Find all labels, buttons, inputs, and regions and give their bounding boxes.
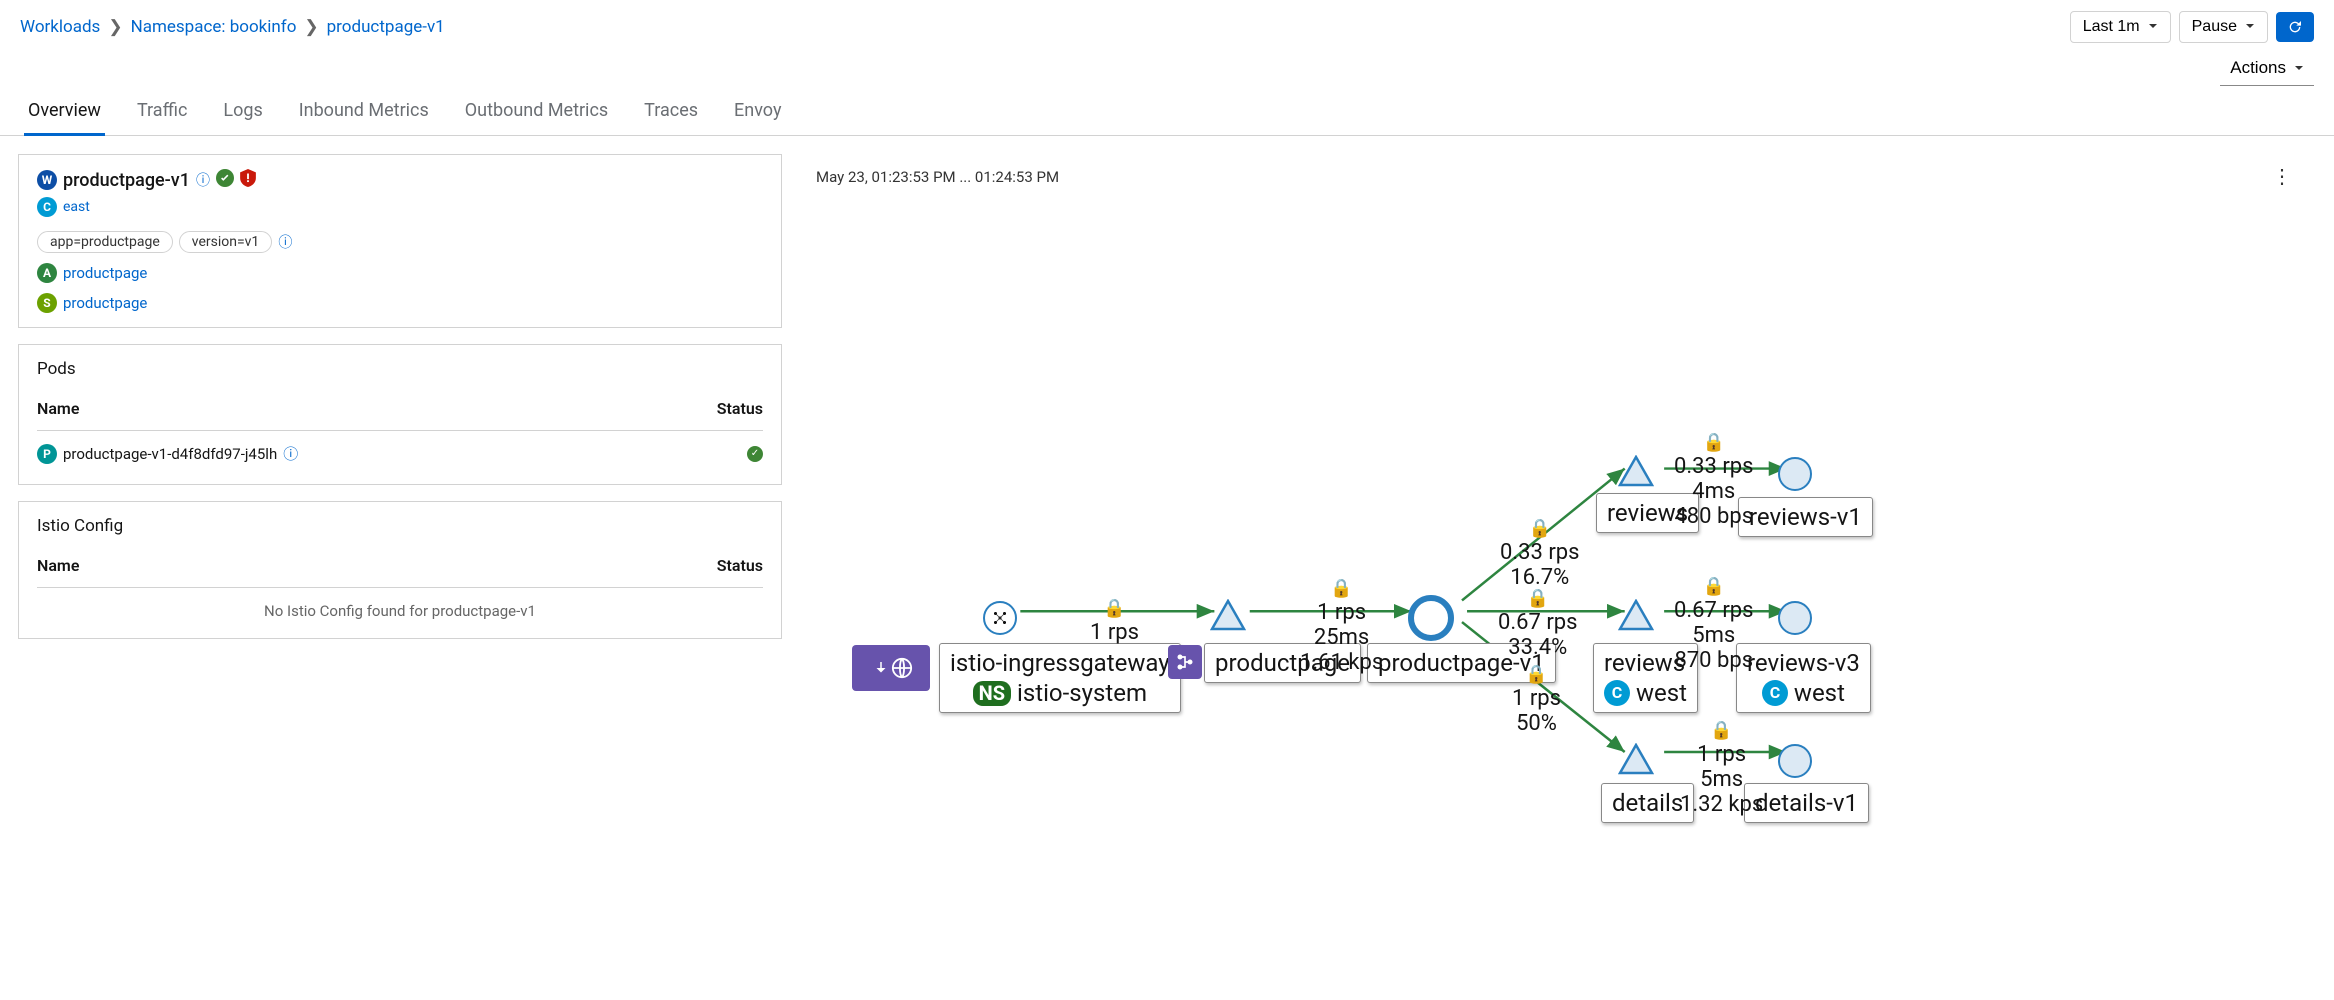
service-link[interactable]: productpage <box>63 294 147 312</box>
chevron-right-icon: ❯ <box>304 17 318 37</box>
breadcrumb: Workloads ❯ Namespace: bookinfo ❯ produc… <box>20 17 445 37</box>
breadcrumb-workloads[interactable]: Workloads <box>20 17 100 37</box>
service-icon-box <box>1168 645 1202 679</box>
info-icon[interactable]: ⓘ <box>283 443 298 464</box>
reviews-v3-node[interactable] <box>1778 601 1812 635</box>
time-range-label: Last 1m <box>2083 18 2140 36</box>
tab-outbound-metrics[interactable]: Outbound Metrics <box>461 90 612 135</box>
shield-warn-icon <box>240 169 256 191</box>
gateway-box-icon <box>852 645 930 691</box>
label-tag: app=productpage <box>37 231 173 253</box>
summary-card: W productpage-v1 ⓘ C east app=productpag… <box>18 154 782 328</box>
tab-envoy[interactable]: Envoy <box>730 90 785 135</box>
chevron-down-icon <box>2148 18 2158 36</box>
tab-traces[interactable]: Traces <box>640 90 702 135</box>
refresh-button[interactable] <box>2276 12 2314 42</box>
chevron-down-icon <box>2245 18 2255 36</box>
pod-row: P productpage-v1-d4f8dfd97-j45lh ⓘ <box>37 431 763 470</box>
pods-title: Pods <box>37 359 763 379</box>
pods-card: Pods Name Status P productpage-v1-d4f8df… <box>18 344 782 485</box>
actions-label: Actions <box>2230 58 2286 78</box>
app-link[interactable]: productpage <box>63 264 147 282</box>
pod-badge: P <box>37 444 57 464</box>
istio-empty-message: No Istio Config found for productpage-v1 <box>37 588 763 624</box>
graph-canvas[interactable]: istio-ingressgateway NSistio-system prod… <box>800 193 2316 1000</box>
pause-select[interactable]: Pause <box>2179 11 2268 43</box>
chevron-down-icon <box>2294 58 2304 78</box>
tab-bar: Overview Traffic Logs Inbound Metrics Ou… <box>0 90 2334 136</box>
pause-label: Pause <box>2192 18 2237 36</box>
col-status: Status <box>717 556 763 575</box>
graph-kebab-menu[interactable]: ⋮ <box>2264 160 2300 193</box>
istio-config-card: Istio Config Name Status No Istio Config… <box>18 501 782 639</box>
lock-icon: 🔒 <box>1674 433 1754 454</box>
workload-name: productpage-v1 <box>63 170 190 191</box>
edge-label: 🔒 0.67 rps 33.4% <box>1498 589 1578 660</box>
lock-icon: 🔒 <box>1498 589 1578 610</box>
reviews-west-service-node[interactable] <box>1618 599 1654 631</box>
time-range-select[interactable]: Last 1m <box>2070 11 2171 43</box>
edge-label: 🔒 1 rps 5ms 1.32 kps <box>1680 721 1763 818</box>
label-tag: version=v1 <box>179 231 273 253</box>
breadcrumb-namespace[interactable]: Namespace: bookinfo <box>131 17 297 37</box>
edge-label: 🔒 0.67 rps 5ms 870 bps <box>1674 577 1754 674</box>
reviews-service-node[interactable] <box>1618 455 1654 487</box>
col-name: Name <box>37 556 79 575</box>
reviews-v1-node[interactable] <box>1778 457 1812 491</box>
productpage-service-node[interactable] <box>1210 599 1246 631</box>
lock-icon: 🔒 <box>1512 665 1561 686</box>
col-name: Name <box>37 399 79 418</box>
reviews-v3-label: reviews-v3 Cwest <box>1736 643 1871 713</box>
tab-inbound-metrics[interactable]: Inbound Metrics <box>295 90 433 135</box>
edge-label: 🔒 1 rps 50% <box>1512 665 1561 736</box>
pod-name-text: productpage-v1-d4f8dfd97-j45lh <box>63 445 277 463</box>
cluster-link[interactable]: east <box>63 199 90 215</box>
edge-label: 🔒 0.33 rps 4ms 480 bps <box>1674 433 1754 530</box>
details-service-node[interactable] <box>1618 743 1654 775</box>
check-ok-icon <box>216 169 234 191</box>
app-badge: A <box>37 263 57 283</box>
lock-icon: 🔒 <box>1500 519 1580 540</box>
service-badge: S <box>37 293 57 313</box>
tab-traffic[interactable]: Traffic <box>133 90 191 135</box>
productpage-workload-node[interactable] <box>1408 595 1454 641</box>
tab-logs[interactable]: Logs <box>219 90 266 135</box>
lock-icon: 🔒 <box>1300 579 1383 600</box>
tab-overview[interactable]: Overview <box>24 90 105 135</box>
gateway-node-label: istio-ingressgateway NSistio-system <box>939 643 1181 713</box>
workload-badge: W <box>37 170 57 190</box>
edge-label: 🔒 1 rps <box>1090 599 1139 645</box>
cluster-badge-icon: C <box>1762 680 1788 706</box>
breadcrumb-current[interactable]: productpage-v1 <box>327 17 445 37</box>
actions-menu[interactable]: Actions <box>2220 52 2314 84</box>
graph-time-range: May 23, 01:23:53 PM ... 01:24:53 PM <box>816 168 1059 186</box>
lock-icon: 🔒 <box>1674 577 1754 598</box>
istio-title: Istio Config <box>37 516 763 536</box>
refresh-icon <box>2287 19 2303 35</box>
cluster-badge: C <box>37 197 57 217</box>
reviews-v1-label: reviews-v1 <box>1738 497 1873 537</box>
mesh-icon <box>991 609 1009 627</box>
lock-icon: 🔒 <box>1090 599 1139 620</box>
graph-panel: May 23, 01:23:53 PM ... 01:24:53 PM ⋮ <box>800 154 2316 991</box>
col-status: Status <box>717 399 763 418</box>
lock-icon: 🔒 <box>1680 721 1763 742</box>
info-icon[interactable]: ⓘ <box>196 170 210 190</box>
cluster-badge-icon: C <box>1604 680 1630 706</box>
status-ok-icon <box>747 446 763 462</box>
chevron-right-icon: ❯ <box>108 17 122 37</box>
details-v1-node[interactable] <box>1778 744 1812 778</box>
info-icon[interactable]: ⓘ <box>278 232 292 252</box>
gateway-node[interactable] <box>983 601 1017 635</box>
edge-label: 🔒 1 rps 25ms 1.61 kps <box>1300 579 1383 676</box>
edge-label: 🔒 0.33 rps 16.7% <box>1500 519 1580 590</box>
namespace-badge: NS <box>973 681 1011 706</box>
